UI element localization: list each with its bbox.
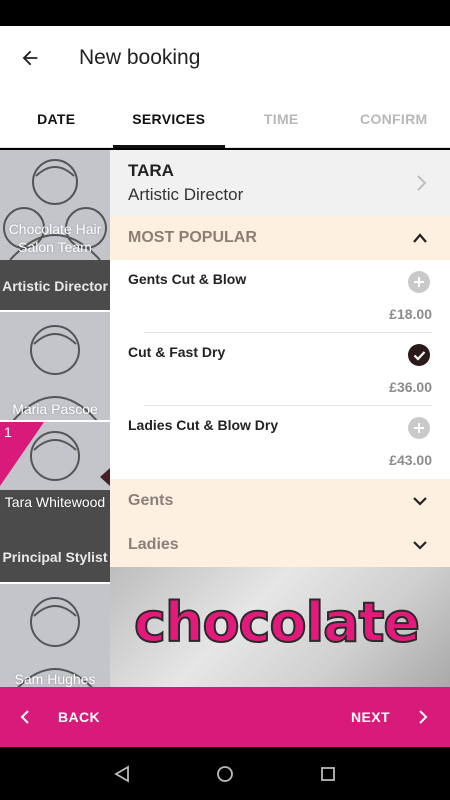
chevron-down-icon	[412, 494, 428, 512]
back-button[interactable]: BACK	[0, 687, 100, 747]
category-gents[interactable]: Gents	[110, 479, 450, 523]
tab-time[interactable]: TIME	[225, 90, 338, 147]
stylist-item-selected[interactable]: 1 Tara Whitewood Principal Stylist	[0, 422, 110, 584]
selected-stylist-name: TARA	[128, 161, 174, 180]
tab-confirm[interactable]: CONFIRM	[338, 90, 450, 147]
booking-tabs: DATE SERVICES TIME CONFIRM	[0, 90, 450, 148]
service-price: £43.00	[389, 452, 432, 468]
system-back-icon[interactable]	[102, 754, 142, 794]
service-price: £18.00	[389, 306, 432, 322]
back-label: BACK	[58, 709, 101, 725]
stylist-name: Sam Hughes	[14, 671, 96, 687]
brand-logo: chocolate	[133, 590, 421, 655]
add-service-icon[interactable]	[408, 271, 430, 293]
system-navigation-bar	[0, 747, 450, 800]
service-name: Ladies Cut & Blow Dry	[128, 417, 279, 433]
stylist-name: Tara Whitewood	[0, 490, 110, 532]
add-service-icon[interactable]	[408, 417, 430, 439]
tab-date[interactable]: DATE	[0, 90, 113, 147]
category-ladies[interactable]: Ladies	[110, 523, 450, 567]
chevron-right-icon	[416, 174, 428, 197]
selected-stylist-header[interactable]: TARA Artistic Director	[110, 150, 450, 216]
service-item[interactable]: Ladies Cut & Blow Dry £43.00	[110, 406, 450, 479]
service-item[interactable]: Gents Cut & Blow £18.00	[110, 260, 450, 333]
app-bar: New booking	[0, 26, 450, 90]
next-button[interactable]: NEXT	[351, 687, 450, 747]
chevron-down-icon	[412, 538, 428, 556]
stylist-item[interactable]: Chocolate Hair Salon Team Artistic Direc…	[0, 150, 110, 312]
page-title: New booking	[79, 46, 201, 69]
service-name: Gents Cut & Blow	[128, 271, 247, 287]
system-home-icon[interactable]	[205, 754, 245, 794]
stylist-list: Chocolate Hair Salon Team Artistic Direc…	[0, 150, 110, 687]
stylist-role: Artistic Director	[0, 260, 110, 310]
stylist-item[interactable]: Sam Hughes	[0, 584, 110, 687]
brand-banner: chocolate	[110, 567, 450, 687]
system-recents-icon[interactable]	[308, 754, 348, 794]
selected-pointer-icon	[100, 468, 110, 486]
category-label: MOST POPULAR	[128, 229, 257, 246]
chevron-up-icon	[412, 231, 428, 249]
stylist-name: Chocolate Hair Salon Team	[8, 221, 102, 255]
stylist-role: Principal Stylist	[0, 532, 110, 582]
selected-stylist-role: Artistic Director	[128, 185, 244, 204]
status-bar	[0, 0, 450, 26]
category-label: Ladies	[128, 536, 179, 553]
selection-count: 1	[4, 424, 12, 440]
chevron-right-icon	[419, 710, 428, 724]
service-item[interactable]: Cut & Fast Dry £36.00	[110, 333, 450, 406]
next-label: NEXT	[351, 709, 390, 725]
category-most-popular[interactable]: MOST POPULAR	[110, 216, 450, 260]
stylist-item[interactable]: Maria Pascoe	[0, 312, 110, 422]
back-arrow-icon[interactable]	[0, 26, 60, 90]
service-name: Cut & Fast Dry	[128, 344, 226, 360]
stylist-name: Maria Pascoe	[12, 401, 98, 417]
category-label: Gents	[128, 492, 174, 509]
chevron-left-icon	[20, 710, 29, 724]
tab-services[interactable]: SERVICES	[112, 90, 226, 148]
service-price: £36.00	[389, 379, 432, 395]
bottom-nav-bar: BACK NEXT	[0, 687, 450, 747]
services-panel: TARA Artistic Director MOST POPULAR Gent…	[110, 150, 450, 687]
check-icon[interactable]	[408, 344, 430, 366]
